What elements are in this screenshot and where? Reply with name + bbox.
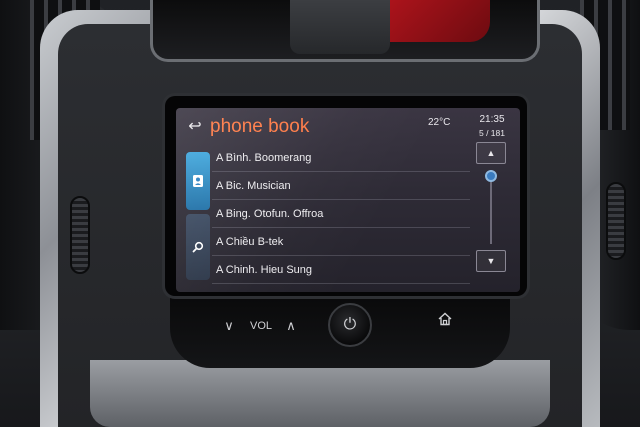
infotainment-screen: ↩ phone book 22°C 21:35 5 / 181 A Bình. … [176,108,520,292]
contact-list-item[interactable]: A Chiều B-tek [212,228,470,256]
contact-counter: 5 / 181 [479,128,505,138]
home-button[interactable] [432,312,458,329]
contact-list-item[interactable]: A Bing. Otofun. Offroa [212,200,470,228]
volume-down-button[interactable]: ∨ [218,318,240,334]
tab-search[interactable] [186,214,210,280]
search-icon [192,241,204,253]
tab-contacts[interactable] [186,152,210,210]
chevron-up-icon: ∧ [286,318,296,333]
scroll-down-button[interactable]: ▼ [476,250,506,272]
chevron-down-icon: ∨ [224,318,234,333]
contact-list-item[interactable]: A Chinh. Hieu Sung [212,256,470,284]
scroll-up-button[interactable]: ▲ [476,142,506,164]
triangle-up-icon: ▲ [486,148,496,158]
temperature-readout: 22°C [428,117,451,128]
volume-label: VOL [249,320,272,332]
lower-console-trim [90,360,550,427]
right-vent-knob[interactable] [606,182,626,260]
power-button[interactable]: ⏻ [328,303,372,347]
triangle-down-icon: ▼ [486,256,496,266]
contact-list-item[interactable]: A Bình. Boomerang [212,144,470,172]
home-icon [438,312,452,326]
page-title: phone book [210,116,310,137]
back-arrow-icon[interactable]: ↩ [184,118,206,136]
contact-list: A Bình. Boomerang A Bic. Musician A Bing… [212,144,470,284]
contact-list-item[interactable]: A Bic. Musician [212,172,470,200]
clock: 21:35 [479,114,505,125]
volume-up-button[interactable]: ∧ [280,318,302,334]
cubby-latch [290,0,390,54]
left-vent-knob[interactable] [70,196,90,274]
cubby-contents [380,0,490,42]
power-icon: ⏻ [343,316,357,333]
scroll-thumb[interactable] [485,170,497,182]
contacts-icon [193,175,203,187]
